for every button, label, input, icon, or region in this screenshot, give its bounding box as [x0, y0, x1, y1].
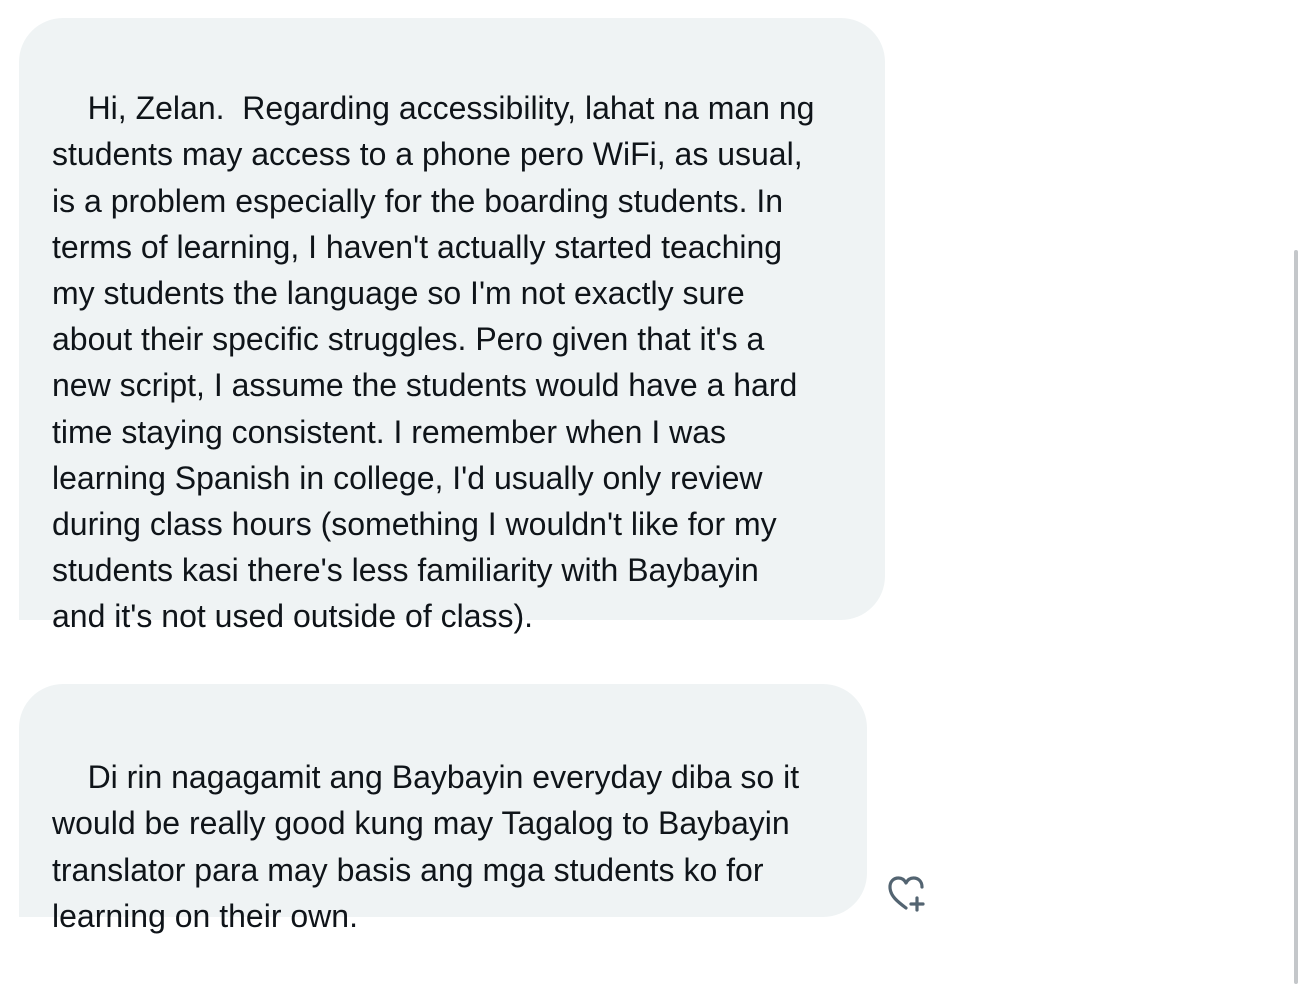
- dm-conversation: Hi, Zelan. Regarding accessibility, laha…: [0, 0, 1305, 984]
- message-text: Di rin nagagamit ang Baybayin everyday d…: [52, 759, 800, 934]
- message-text: Hi, Zelan. Regarding accessibility, laha…: [52, 90, 815, 635]
- message-bubble[interactable]: Di rin nagagamit ang Baybayin everyday d…: [19, 684, 867, 934]
- message-bubble[interactable]: Hi, Zelan. Regarding accessibility, laha…: [19, 18, 885, 634]
- add-reaction-button[interactable]: [884, 872, 930, 914]
- heart-plus-icon: [888, 876, 925, 912]
- scrollbar[interactable]: [1294, 250, 1298, 984]
